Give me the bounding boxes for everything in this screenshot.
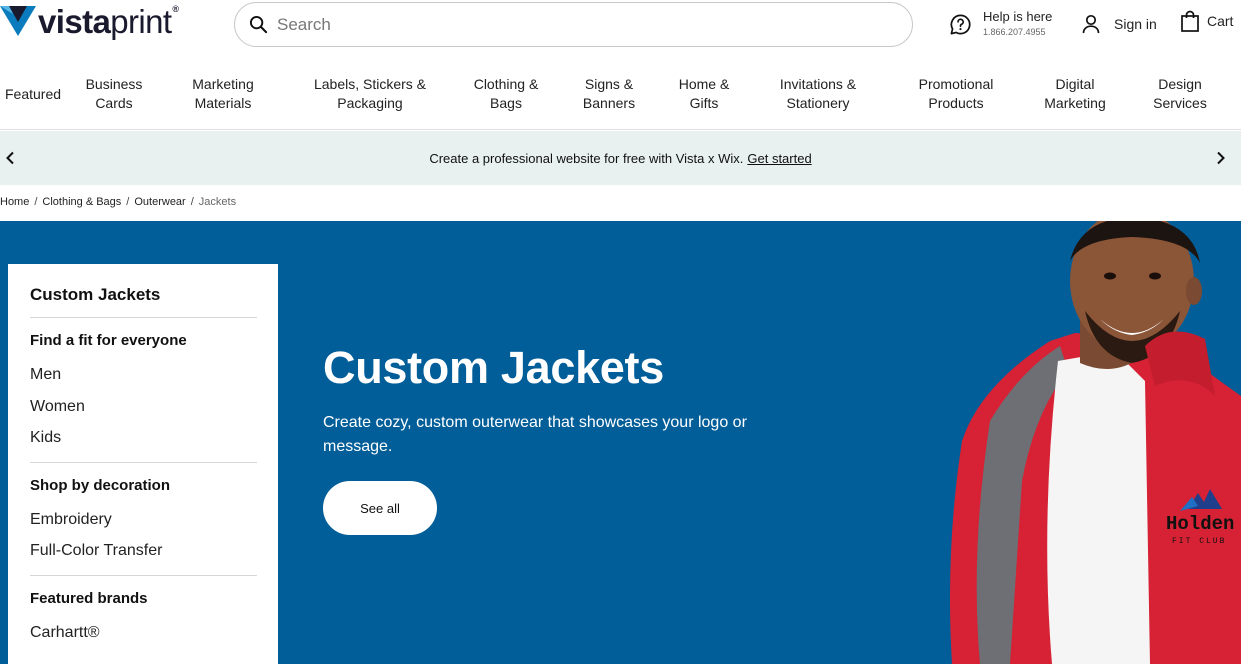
- hero-title: Custom Jackets: [323, 342, 664, 393]
- jacket-logo-subtext: FIT CLUB: [1172, 537, 1226, 546]
- nav-item-home-gifts[interactable]: Home & Gifts: [679, 75, 730, 113]
- sidebar-item-women[interactable]: Women: [30, 398, 257, 430]
- nav-item-labels-stickers-packaging[interactable]: Labels, Stickers & Packaging: [314, 75, 426, 113]
- cart-label: Cart: [1207, 13, 1234, 29]
- nav-label: Products: [928, 95, 984, 111]
- nav-label: Featured: [4, 86, 62, 102]
- nav-label: Promotional: [918, 76, 994, 92]
- sign-in-button[interactable]: Sign in: [1081, 14, 1157, 34]
- vistaprint-logo-icon: [0, 6, 36, 36]
- shopping-bag-icon: [1181, 10, 1199, 32]
- hero-subtitle: Create cozy, custom outerwear that showc…: [323, 414, 747, 455]
- promo-banner: Create a professional website for free w…: [0, 131, 1241, 185]
- breadcrumb-clothing-bags[interactable]: Clothing & Bags: [42, 196, 121, 208]
- main-navigation: Featured Business Cards Marketing Materi…: [0, 66, 1241, 130]
- nav-label: Marketing: [1044, 95, 1106, 111]
- nav-item-design-services[interactable]: Design Services: [1153, 75, 1207, 113]
- site-header: vistaprint® Help is here 1.866.207.4955 …: [0, 0, 1241, 56]
- nav-label: Invitations &: [779, 76, 857, 92]
- promo-prev-button[interactable]: [1, 149, 19, 167]
- vistaprint-logo[interactable]: vistaprint®: [0, 2, 179, 40]
- breadcrumb-separator: /: [34, 196, 38, 208]
- nav-item-featured[interactable]: Featured: [5, 85, 61, 104]
- nav-item-marketing-materials[interactable]: Marketing Materials: [192, 75, 253, 113]
- nav-label: Banners: [582, 95, 636, 111]
- chevron-left-icon: [6, 151, 14, 165]
- see-all-button[interactable]: See all: [323, 481, 437, 535]
- help-phone[interactable]: 1.866.207.4955: [983, 27, 1052, 37]
- help-contact[interactable]: Help is here 1.866.207.4955: [949, 9, 1052, 37]
- nav-label: Digital: [1055, 76, 1095, 92]
- nav-label: Labels, Stickers &: [313, 76, 427, 92]
- nav-item-invitations-stationery[interactable]: Invitations & Stationery: [780, 75, 856, 113]
- help-chat-icon: [950, 14, 971, 35]
- jacket-logo-text: Holden: [1166, 513, 1234, 535]
- breadcrumb: Home / Clothing & Bags / Outerwear / Jac…: [0, 196, 236, 208]
- nav-label: Home &: [678, 76, 730, 92]
- sidebar-item-men[interactable]: Men: [30, 366, 257, 398]
- breadcrumb-separator: /: [190, 196, 194, 208]
- search-icon: [249, 15, 268, 34]
- nav-item-clothing-bags[interactable]: Clothing & Bags: [474, 75, 539, 113]
- nav-label: Gifts: [689, 95, 719, 111]
- nav-item-promotional-products[interactable]: Promotional Products: [919, 75, 994, 113]
- nav-label: Cards: [95, 95, 133, 111]
- promo-next-button[interactable]: [1212, 149, 1230, 167]
- nav-label: Design: [1158, 76, 1202, 92]
- nav-item-business-cards[interactable]: Business Cards: [86, 75, 143, 113]
- sidebar-divider: [30, 574, 257, 576]
- promo-get-started-link[interactable]: Get started: [747, 151, 811, 166]
- chevron-right-icon: [1217, 151, 1225, 165]
- sidebar-section-title: Featured brands: [30, 589, 148, 607]
- sidebar-title: Custom Jackets: [30, 264, 257, 318]
- breadcrumb-home[interactable]: Home: [0, 196, 29, 208]
- sidebar-item-embroidery[interactable]: Embroidery: [30, 511, 257, 543]
- nav-label: Bags: [490, 95, 522, 111]
- sidebar-item-kids[interactable]: Kids: [30, 429, 257, 461]
- sidebar-item-carhartt[interactable]: Carhartt®: [30, 624, 257, 656]
- sidebar-divider: [30, 461, 257, 463]
- nav-item-digital-marketing[interactable]: Digital Marketing: [1044, 75, 1105, 113]
- nav-label: Packaging: [337, 95, 403, 111]
- sidebar-item-full-color-transfer[interactable]: Full-Color Transfer: [30, 542, 257, 574]
- help-title: Help is here: [983, 9, 1053, 24]
- promo-text: Create a professional website for free w…: [429, 150, 744, 166]
- hero-model-image: Holden FIT CLUB: [949, 221, 1241, 664]
- sidebar-section-title: Shop by decoration: [30, 476, 171, 494]
- nav-label: Business: [85, 76, 143, 92]
- nav-item-signs-banners[interactable]: Signs & Banners: [583, 75, 635, 113]
- nav-label: Services: [1153, 95, 1207, 111]
- sidebar-section-title: Find a fit for everyone: [30, 332, 187, 349]
- breadcrumb-current: Jackets: [198, 196, 237, 208]
- vistaprint-wordmark: vistaprint®: [38, 2, 179, 40]
- nav-label: Signs &: [584, 76, 634, 92]
- breadcrumb-separator: /: [126, 196, 130, 208]
- nav-label: Clothing &: [473, 76, 539, 92]
- cart-button[interactable]: Cart: [1180, 10, 1233, 32]
- nav-label: Stationery: [786, 95, 850, 111]
- breadcrumb-outerwear[interactable]: Outerwear: [134, 196, 185, 208]
- sign-in-label: Sign in: [1114, 16, 1157, 32]
- nav-label: Materials: [194, 95, 252, 111]
- search-input[interactable]: [277, 14, 877, 35]
- category-sidebar: Custom Jackets Find a fit for everyone M…: [8, 264, 278, 664]
- search-bar[interactable]: [234, 2, 913, 47]
- user-icon: [1082, 14, 1100, 34]
- nav-label: Marketing: [192, 76, 254, 92]
